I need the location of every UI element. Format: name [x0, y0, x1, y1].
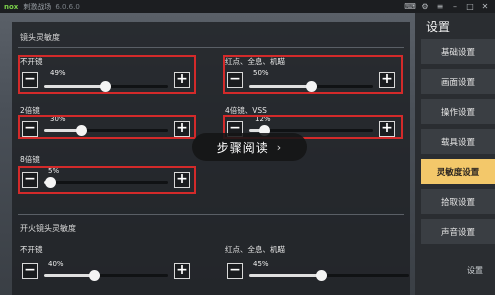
slider-handle[interactable] — [316, 270, 327, 281]
fire-section-title: 开火镜头灵敏度 — [20, 224, 76, 233]
sidebar-item-basic[interactable]: 基础设置 — [421, 39, 495, 64]
highlight-box — [18, 166, 196, 194]
keyboard-icon[interactable]: ⌨ — [404, 0, 416, 13]
slider-track[interactable] — [44, 270, 168, 281]
sidebar-title-text: 设置 — [426, 19, 451, 34]
decrease-button[interactable]: − — [22, 263, 38, 279]
section-divider — [18, 214, 404, 215]
slider-value: 40% — [48, 260, 64, 268]
fire-slider-red-dot: 红点、全息、机瞄 45% − — [225, 244, 409, 281]
decrease-button[interactable]: − — [227, 263, 243, 279]
minimize-icon[interactable]: – — [449, 0, 461, 13]
slider-label: 8倍镜 — [20, 155, 40, 164]
app-version: 6.0.6.0 — [55, 2, 80, 11]
slider-label: 不开镜 — [20, 245, 43, 254]
sidebar-title: 设置 — [415, 13, 495, 39]
settings-sidebar: 设置 基础设置 画面设置 操作设置 载具设置 灵敏度设置 拾取设置 声音设置 设… — [415, 13, 495, 295]
slider-fill — [44, 274, 94, 277]
step-reading-label: 步骤阅读 — [216, 140, 269, 155]
slider-handle[interactable] — [88, 270, 100, 281]
sidebar-bottom-label[interactable]: 设置 — [415, 265, 495, 276]
slider-fill — [249, 274, 321, 277]
window-titlebar: nox 刺激战场 6.0.6.0 ⌨ ⚙ ≡ – □ ✕ — [0, 0, 495, 13]
sidebar-item-graphics[interactable]: 画面设置 — [421, 69, 495, 94]
menu-icon[interactable]: ≡ — [434, 0, 446, 13]
nox-logo: nox — [4, 2, 19, 11]
sidebar-item-vehicle[interactable]: 载具设置 — [421, 129, 495, 154]
highlight-box — [18, 115, 196, 139]
fire-slider-no-scope: 不开镜 40% − + — [20, 244, 196, 281]
step-reading-button[interactable]: 步骤阅读 › — [192, 133, 307, 161]
app-title: 刺激战场 — [23, 2, 52, 11]
slider-label: 红点、全息、机瞄 — [225, 245, 285, 254]
sidebar-item-pickup[interactable]: 拾取设置 — [421, 189, 495, 214]
scope-section-title: 镜头灵敏度 — [20, 33, 60, 42]
highlight-box — [223, 55, 403, 94]
slider-value: 45% — [253, 260, 269, 268]
chevron-right-icon: › — [276, 140, 283, 154]
sidebar-item-sensitivity[interactable]: 灵敏度设置 — [421, 159, 495, 184]
close-icon[interactable]: ✕ — [479, 0, 491, 13]
slider-track[interactable] — [249, 270, 409, 281]
sidebar-item-controls[interactable]: 操作设置 — [421, 99, 495, 124]
highlight-box — [18, 55, 196, 94]
sidebar-item-sound[interactable]: 声音设置 — [421, 219, 495, 244]
maximize-icon[interactable]: □ — [464, 0, 476, 13]
settings-icon[interactable]: ⚙ — [419, 0, 431, 13]
section-divider — [18, 47, 404, 48]
increase-button[interactable]: + — [174, 263, 190, 279]
